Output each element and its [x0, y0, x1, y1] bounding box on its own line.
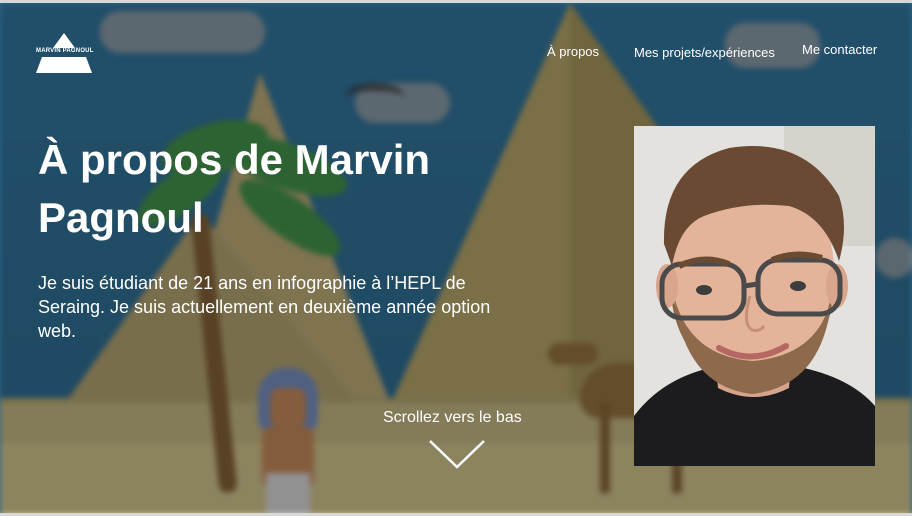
- pyramid-logo-icon: [53, 33, 75, 48]
- site-logo[interactable]: MARVIN PAGNOUL: [36, 33, 94, 73]
- nav-link-about[interactable]: À propos: [547, 44, 599, 59]
- nav-link-contact[interactable]: Me contacter: [802, 42, 877, 57]
- page-title: À propos de Marvin Pagnoul: [38, 136, 431, 241]
- intro-paragraph: Je suis étudiant de 21 ans en infographi…: [38, 273, 491, 341]
- scroll-hint-label: Scrollez vers le bas: [383, 409, 522, 426]
- chevron-down-icon[interactable]: [428, 439, 486, 469]
- logo-text: MARVIN PAGNOUL: [36, 48, 94, 54]
- profile-photo: [634, 126, 875, 466]
- portrait-image: [634, 126, 875, 466]
- nav-link-projects[interactable]: Mes projets/expériences: [634, 45, 775, 60]
- logo-base-icon: [36, 57, 92, 73]
- hero-section: MARVIN PAGNOUL À propos Mes projets/expé…: [0, 3, 912, 513]
